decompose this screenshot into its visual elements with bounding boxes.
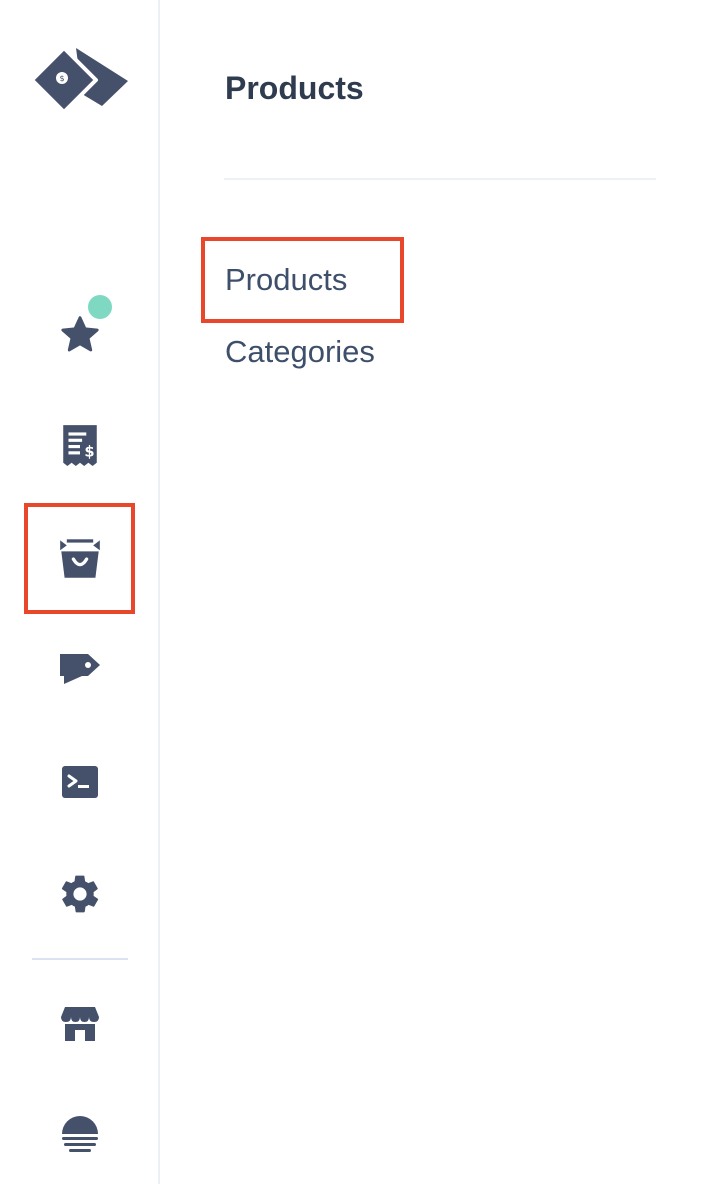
star-icon (61, 316, 99, 352)
notification-badge (88, 295, 112, 319)
main-panel: Products Products Categories (162, 0, 714, 1184)
shopping-bag-icon (60, 539, 100, 578)
subnav-item-products[interactable]: Products (225, 262, 347, 298)
storefront-icon (61, 1007, 99, 1041)
sidebar-item-orders[interactable]: $ (30, 395, 130, 495)
subnav-item-categories[interactable]: Categories (225, 334, 375, 370)
sidebar-item-settings[interactable] (30, 844, 130, 944)
page-title: Products (225, 70, 364, 106)
sidebar: $ $ (0, 0, 160, 1184)
sidebar-item-products[interactable] (30, 508, 130, 608)
app-window: $ $ Products Products Categories (0, 0, 714, 1184)
terminal-icon (62, 766, 98, 798)
sidebar-item-developers[interactable] (30, 732, 130, 832)
sidebar-item-starred[interactable] (30, 285, 130, 385)
app-logo-icon[interactable]: $ (30, 44, 130, 114)
sidebar-item-account[interactable] (30, 1084, 130, 1184)
gear-icon (61, 875, 99, 913)
title-divider (224, 178, 656, 180)
svg-text:$: $ (84, 444, 94, 461)
sidebar-item-store[interactable] (30, 974, 130, 1074)
sidebar-divider (32, 958, 128, 960)
tag-icon (60, 654, 100, 684)
sidebar-item-promotions[interactable] (30, 620, 130, 720)
sunset-icon (62, 1116, 98, 1152)
svg-text:$: $ (59, 74, 64, 83)
receipt-dollar-icon: $ (63, 425, 97, 466)
